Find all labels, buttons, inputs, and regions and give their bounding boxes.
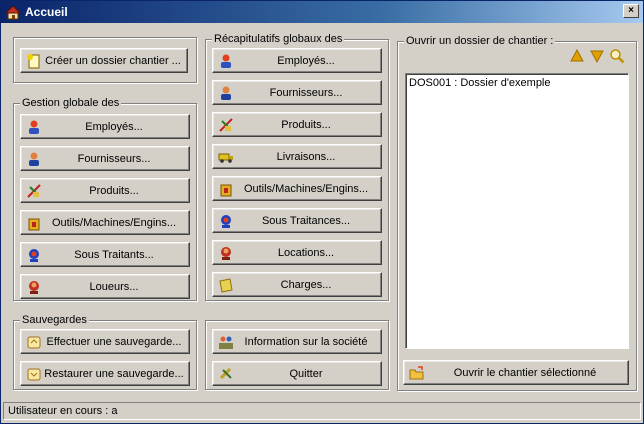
truck-icon <box>217 148 235 166</box>
recap-employes-button[interactable]: Employés... <box>212 48 382 73</box>
gestion-fournisseurs-label: Fournisseurs... <box>77 152 151 165</box>
recap-soustraitances-button[interactable]: Sous Traitances... <box>212 208 382 233</box>
arrow-up-icon[interactable] <box>569 48 585 64</box>
tools-icon <box>25 214 43 232</box>
gestion-loueurs-button[interactable]: Loueurs... <box>20 274 190 299</box>
recap-charges-button[interactable]: Charges... <box>212 272 382 297</box>
recap-group: Récapitulatifs globaux des Employés... F… <box>205 32 389 301</box>
person-icon <box>217 52 235 70</box>
gestion-soustraitants-label: Sous Traitants... <box>74 248 154 261</box>
company-info-button[interactable]: Information sur la société <box>212 329 382 354</box>
recap-locations-button[interactable]: Locations... <box>212 240 382 265</box>
restore-icon <box>25 365 43 383</box>
gestion-loueurs-label: Loueurs... <box>89 280 139 293</box>
open-chantier-button[interactable]: Ouvrir le chantier sélectionné <box>403 360 629 385</box>
recap-livraisons-button[interactable]: Livraisons... <box>212 144 382 169</box>
tools-icon <box>217 180 235 198</box>
arrow-down-icon[interactable] <box>589 48 605 64</box>
restore-button[interactable]: Restaurer une sauvegarde... <box>20 361 190 386</box>
gestion-employes-button[interactable]: Employés... <box>20 114 190 139</box>
list-item[interactable]: DOS001 : Dossier d'exemple <box>409 76 625 90</box>
recap-soustraitances-label: Sous Traitances... <box>261 214 351 227</box>
supplier-icon <box>25 150 43 168</box>
quit-label: Quitter <box>289 367 323 380</box>
charges-icon <box>217 276 235 294</box>
gestion-outils-button[interactable]: Outils/Machines/Engins... <box>20 210 190 235</box>
exit-icon <box>217 365 235 383</box>
gestion-produits-label: Produits... <box>89 184 139 197</box>
title-bar: Accueil × <box>1 1 643 23</box>
gestion-title: Gestion globale des <box>20 96 122 110</box>
create-dossier-label: Créer un dossier chantier ... <box>45 54 181 67</box>
dossier-list[interactable]: DOS001 : Dossier d'exemple <box>405 73 629 349</box>
recap-produits-label: Produits... <box>281 118 331 131</box>
backup-icon <box>25 333 43 351</box>
company-icon <box>217 333 235 351</box>
window-title: Accueil <box>25 5 68 19</box>
recap-outils-button[interactable]: Outils/Machines/Engins... <box>212 176 382 201</box>
close-button[interactable]: × <box>623 4 639 18</box>
sauvegardes-title: Sauvegardes <box>20 313 89 327</box>
open-chantier-label: Ouvrir le chantier sélectionné <box>453 366 597 379</box>
subcontractor-icon <box>25 246 43 264</box>
company-info-label: Information sur la société <box>244 335 368 348</box>
restore-label: Restaurer une sauvegarde... <box>44 367 184 380</box>
recap-employes-label: Employés... <box>277 54 335 67</box>
recap-charges-label: Charges... <box>280 278 332 291</box>
recap-locations-label: Locations... <box>277 246 335 259</box>
gestion-produits-button[interactable]: Produits... <box>20 178 190 203</box>
backup-label: Effectuer une sauvegarde... <box>46 335 182 348</box>
gestion-fournisseurs-button[interactable]: Fournisseurs... <box>20 146 190 171</box>
recap-produits-button[interactable]: Produits... <box>212 112 382 137</box>
recap-livraisons-label: Livraisons... <box>276 150 336 163</box>
recap-fournisseurs-label: Fournisseurs... <box>269 86 343 99</box>
create-dossier-button[interactable]: Créer un dossier chantier ... <box>20 48 188 73</box>
recap-outils-label: Outils/Machines/Engins... <box>243 182 369 195</box>
ouvrir-title: Ouvrir un dossier de chantier : <box>404 34 556 48</box>
subcontractor-icon <box>217 212 235 230</box>
house-icon <box>5 5 21 20</box>
main-window: Accueil × Créer un dossier chantier ... … <box>0 0 644 424</box>
renter-icon <box>25 278 43 296</box>
supplier-icon <box>217 84 235 102</box>
products-icon <box>217 116 235 134</box>
status-bar: Utilisateur en cours : a <box>3 402 641 420</box>
gestion-outils-label: Outils/Machines/Engins... <box>51 216 177 229</box>
new-document-icon <box>25 52 43 70</box>
sauvegardes-group: Sauvegardes Effectuer une sauvegarde... … <box>13 313 197 390</box>
gestion-soustraitants-button[interactable]: Sous Traitants... <box>20 242 190 267</box>
create-group: Créer un dossier chantier ... <box>13 37 197 83</box>
quit-button[interactable]: Quitter <box>212 361 382 386</box>
gestion-group: Gestion globale des Employés... Fourniss… <box>13 96 197 301</box>
person-icon <box>25 118 43 136</box>
open-folder-icon <box>408 364 426 382</box>
products-icon <box>25 182 43 200</box>
status-text: Utilisateur en cours : a <box>8 405 118 417</box>
backup-button[interactable]: Effectuer une sauvegarde... <box>20 329 190 354</box>
gestion-employes-label: Employés... <box>85 120 143 133</box>
search-icon[interactable] <box>609 48 625 64</box>
misc-group: Information sur la société Quitter <box>205 320 389 390</box>
recap-title: Récapitulatifs globaux des <box>212 32 345 46</box>
renter-icon <box>217 244 235 262</box>
recap-fournisseurs-button[interactable]: Fournisseurs... <box>212 80 382 105</box>
